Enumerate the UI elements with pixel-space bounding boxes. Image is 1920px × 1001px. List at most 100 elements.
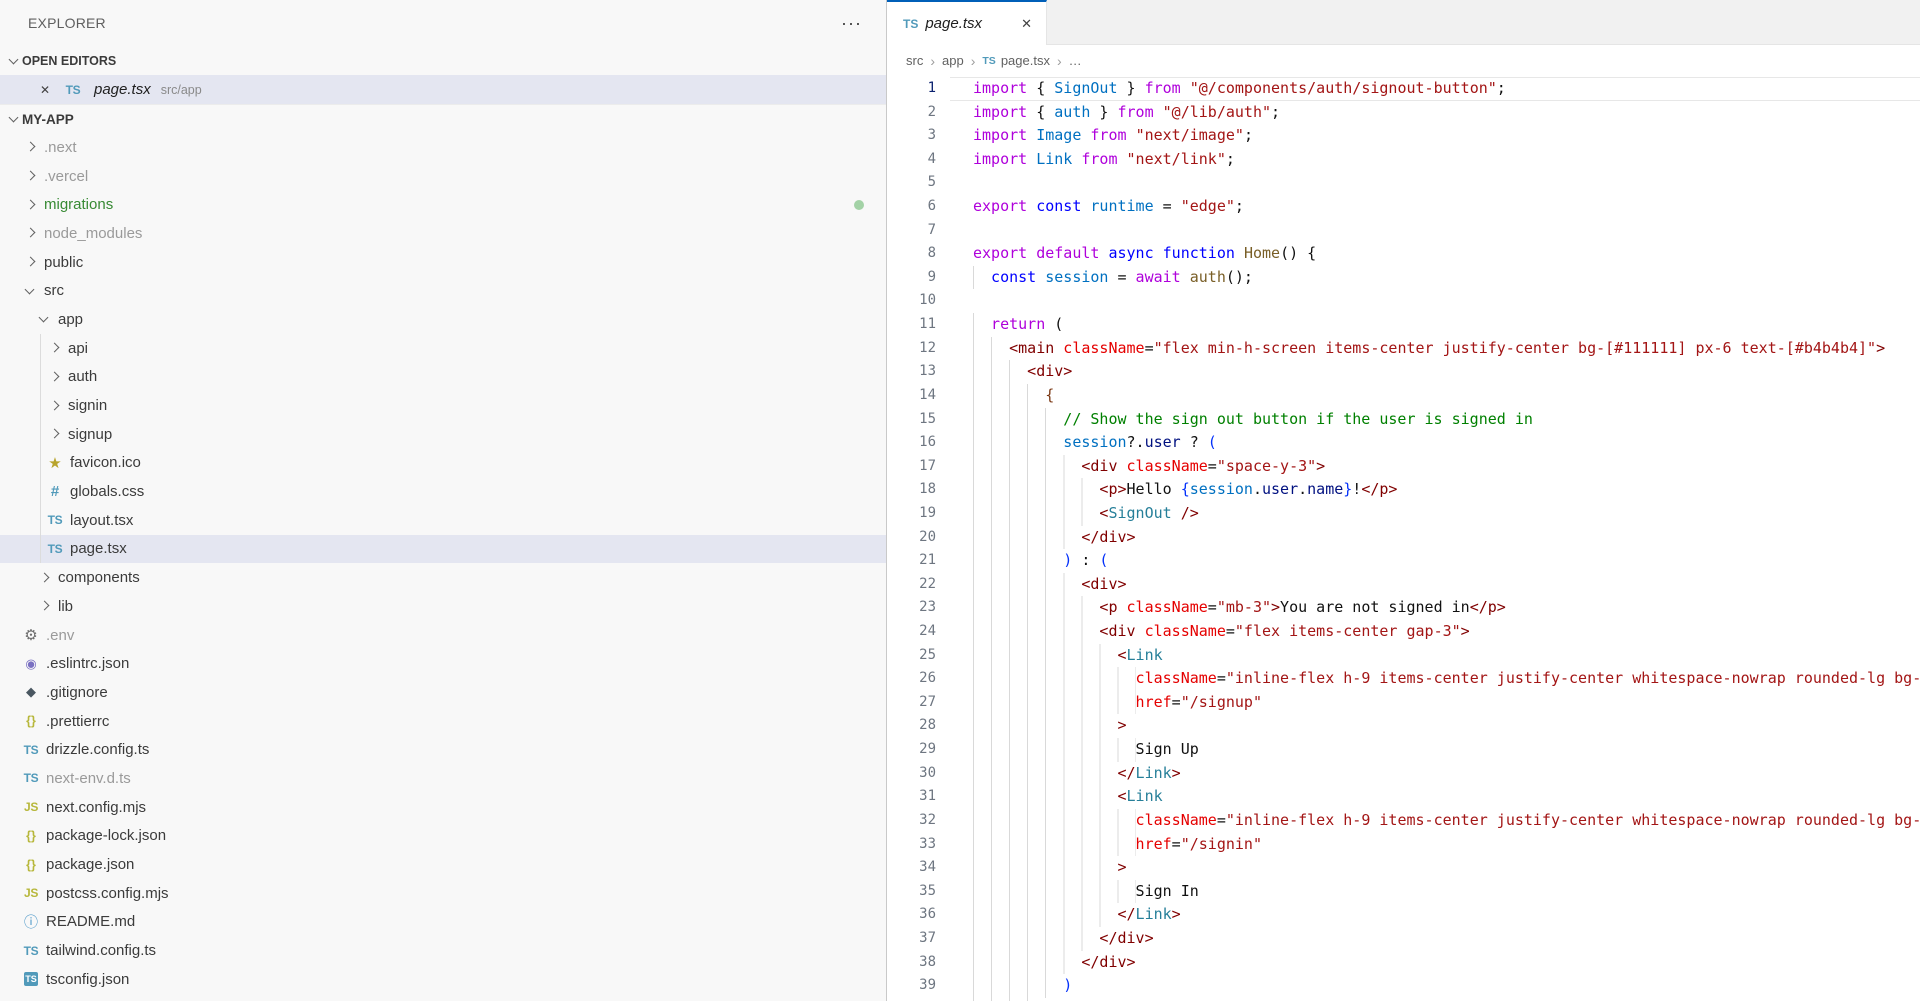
code-line-17[interactable]: 17<div className="space-y-3"> xyxy=(887,455,1920,479)
code-line-4[interactable]: 4import Link from "next/link"; xyxy=(887,148,1920,172)
tree-item-api[interactable]: api xyxy=(0,334,886,363)
code-line-9[interactable]: 9const session = await auth(); xyxy=(887,266,1920,290)
tree-item-label: src xyxy=(44,282,64,299)
tree-item-lib[interactable]: lib xyxy=(0,592,886,621)
tree-item-favicon.ico[interactable]: ★favicon.ico xyxy=(0,449,886,478)
code-line-18[interactable]: 18<p>Hello {session.user.name}!</p> xyxy=(887,478,1920,502)
line-number: 12 xyxy=(887,337,936,361)
chevron-down-icon xyxy=(6,111,22,127)
tree-item-README.md[interactable]: ⓘREADME.md xyxy=(0,908,886,937)
tree-item-migrations[interactable]: migrations xyxy=(0,190,886,219)
code-line-21[interactable]: 21) : ( xyxy=(887,549,1920,573)
line-number: 20 xyxy=(887,526,936,550)
tree-item-app[interactable]: app xyxy=(0,305,886,334)
code-line-29[interactable]: 29Sign Up xyxy=(887,738,1920,762)
code-line-8[interactable]: 8export default async function Home() { xyxy=(887,242,1920,266)
breadcrumb-item-page.tsx[interactable]: TSpage.tsx xyxy=(982,53,1050,68)
tree-item-src[interactable]: src xyxy=(0,276,886,305)
tree-item-public[interactable]: public xyxy=(0,248,886,277)
code-line-16[interactable]: 16session?.user ? ( xyxy=(887,431,1920,455)
tree-item-postcss.config.mjs[interactable]: JSpostcss.config.mjs xyxy=(0,879,886,908)
code-line-7[interactable]: 7 xyxy=(887,219,1920,243)
code-line-24[interactable]: 24<div className="flex items-center gap-… xyxy=(887,620,1920,644)
code-line-10[interactable]: 10 xyxy=(887,289,1920,313)
tree-item-.prettierrc[interactable]: {}.prettierrc xyxy=(0,707,886,736)
code-line-35[interactable]: 35Sign In xyxy=(887,880,1920,904)
open-editor-item-page.tsx[interactable]: ✕TSpage.tsxsrc/app xyxy=(0,75,886,104)
tree-item-auth[interactable]: auth xyxy=(0,363,886,392)
close-icon[interactable]: ✕ xyxy=(40,83,56,97)
line-number: 19 xyxy=(887,502,936,526)
tree-item-tailwind.config.ts[interactable]: TStailwind.config.ts xyxy=(0,936,886,965)
tsbadge-file-icon: TS xyxy=(22,972,40,986)
code-line-11[interactable]: 11return ( xyxy=(887,313,1920,337)
tree-item-.gitignore[interactable]: ◆.gitignore xyxy=(0,678,886,707)
breadcrumb-item-…[interactable]: … xyxy=(1069,53,1082,68)
code-line-36[interactable]: 36</Link> xyxy=(887,903,1920,927)
project-section-header[interactable]: MY-APP xyxy=(0,104,886,133)
tree-item-package-lock.json[interactable]: {}package-lock.json xyxy=(0,822,886,851)
code-line-32[interactable]: 32className="inline-flex h-9 items-cente… xyxy=(887,809,1920,833)
code-line-28[interactable]: 28> xyxy=(887,714,1920,738)
code-line-1[interactable]: 1import { SignOut } from "@/components/a… xyxy=(887,77,1920,101)
breadcrumb-item-app[interactable]: app xyxy=(942,53,964,68)
line-number: 37 xyxy=(887,927,936,951)
tree-item-tsconfig.json[interactable]: TStsconfig.json xyxy=(0,965,886,994)
code-line-3[interactable]: 3import Image from "next/image"; xyxy=(887,124,1920,148)
code-line-19[interactable]: 19<SignOut /> xyxy=(887,502,1920,526)
code-line-33[interactable]: 33href="/signin" xyxy=(887,833,1920,857)
line-number: 22 xyxy=(887,573,936,597)
line-number: 34 xyxy=(887,856,936,880)
tree-item-signup[interactable]: signup xyxy=(0,420,886,449)
tree-item-.next[interactable]: .next xyxy=(0,133,886,162)
tree-item-.env[interactable]: ⚙.env xyxy=(0,621,886,650)
chevron-right-icon xyxy=(36,570,52,586)
chevron-right-icon xyxy=(22,254,38,270)
tree-item-layout.tsx[interactable]: TSlayout.tsx xyxy=(0,506,886,535)
code-line-26[interactable]: 26className="inline-flex h-9 items-cente… xyxy=(887,667,1920,691)
tree-item-next.config.mjs[interactable]: JSnext.config.mjs xyxy=(0,793,886,822)
code-line-38[interactable]: 38</div> xyxy=(887,951,1920,975)
code-editor[interactable]: 1import { SignOut } from "@/components/a… xyxy=(887,76,1920,1001)
code-line-31[interactable]: 31<Link xyxy=(887,785,1920,809)
tree-item-label: .prettierrc xyxy=(46,713,109,730)
more-actions-icon[interactable]: ··· xyxy=(841,18,862,28)
tree-item-node_modules[interactable]: node_modules xyxy=(0,219,886,248)
code-line-20[interactable]: 20</div> xyxy=(887,526,1920,550)
code-line-14[interactable]: 14{ xyxy=(887,384,1920,408)
tree-item-page.tsx[interactable]: TSpage.tsx xyxy=(0,535,886,564)
tree-item-.vercel[interactable]: .vercel xyxy=(0,162,886,191)
code-line-15[interactable]: 15// Show the sign out button if the use… xyxy=(887,408,1920,432)
code-line-23[interactable]: 23<p className="mb-3">You are not signed… xyxy=(887,596,1920,620)
info-file-icon: ⓘ xyxy=(22,912,40,932)
tab-page-tsx[interactable]: TS page.tsx ✕ xyxy=(887,0,1047,45)
tree-item-label: node_modules xyxy=(44,225,142,242)
tree-item-components[interactable]: components xyxy=(0,563,886,592)
chevron-right-icon xyxy=(46,369,62,385)
code-line-2[interactable]: 2import { auth } from "@/lib/auth"; xyxy=(887,101,1920,125)
code-line-13[interactable]: 13<div> xyxy=(887,360,1920,384)
tree-item-drizzle.config.ts[interactable]: TSdrizzle.config.ts xyxy=(0,735,886,764)
tree-item-package.json[interactable]: {}package.json xyxy=(0,850,886,879)
tree-item-globals.css[interactable]: #globals.css xyxy=(0,477,886,506)
code-line-25[interactable]: 25<Link xyxy=(887,644,1920,668)
close-icon[interactable]: ✕ xyxy=(1019,14,1034,34)
code-line-37[interactable]: 37</div> xyxy=(887,927,1920,951)
breadcrumb-item-src[interactable]: src xyxy=(906,53,923,68)
code-line-12[interactable]: 12<main className="flex min-h-screen ite… xyxy=(887,337,1920,361)
code-line-5[interactable]: 5 xyxy=(887,171,1920,195)
chevron-right-icon xyxy=(22,168,38,184)
code-line-22[interactable]: 22<div> xyxy=(887,573,1920,597)
ts-file-icon: TS xyxy=(22,743,40,757)
code-line-39[interactable]: 39) xyxy=(887,974,1920,998)
code-line-30[interactable]: 30</Link> xyxy=(887,762,1920,786)
code-line-27[interactable]: 27href="/signup" xyxy=(887,691,1920,715)
ts-file-icon: TS xyxy=(22,771,40,785)
typescript-file-icon: TS xyxy=(982,55,995,67)
code-line-6[interactable]: 6export const runtime = "edge"; xyxy=(887,195,1920,219)
tree-item-next-env.d.ts[interactable]: TSnext-env.d.ts xyxy=(0,764,886,793)
tree-item-signin[interactable]: signin xyxy=(0,391,886,420)
tree-item-.eslintrc.json[interactable]: ◉.eslintrc.json xyxy=(0,649,886,678)
open-editors-section-header[interactable]: OPEN EDITORS xyxy=(0,46,886,75)
code-line-34[interactable]: 34> xyxy=(887,856,1920,880)
